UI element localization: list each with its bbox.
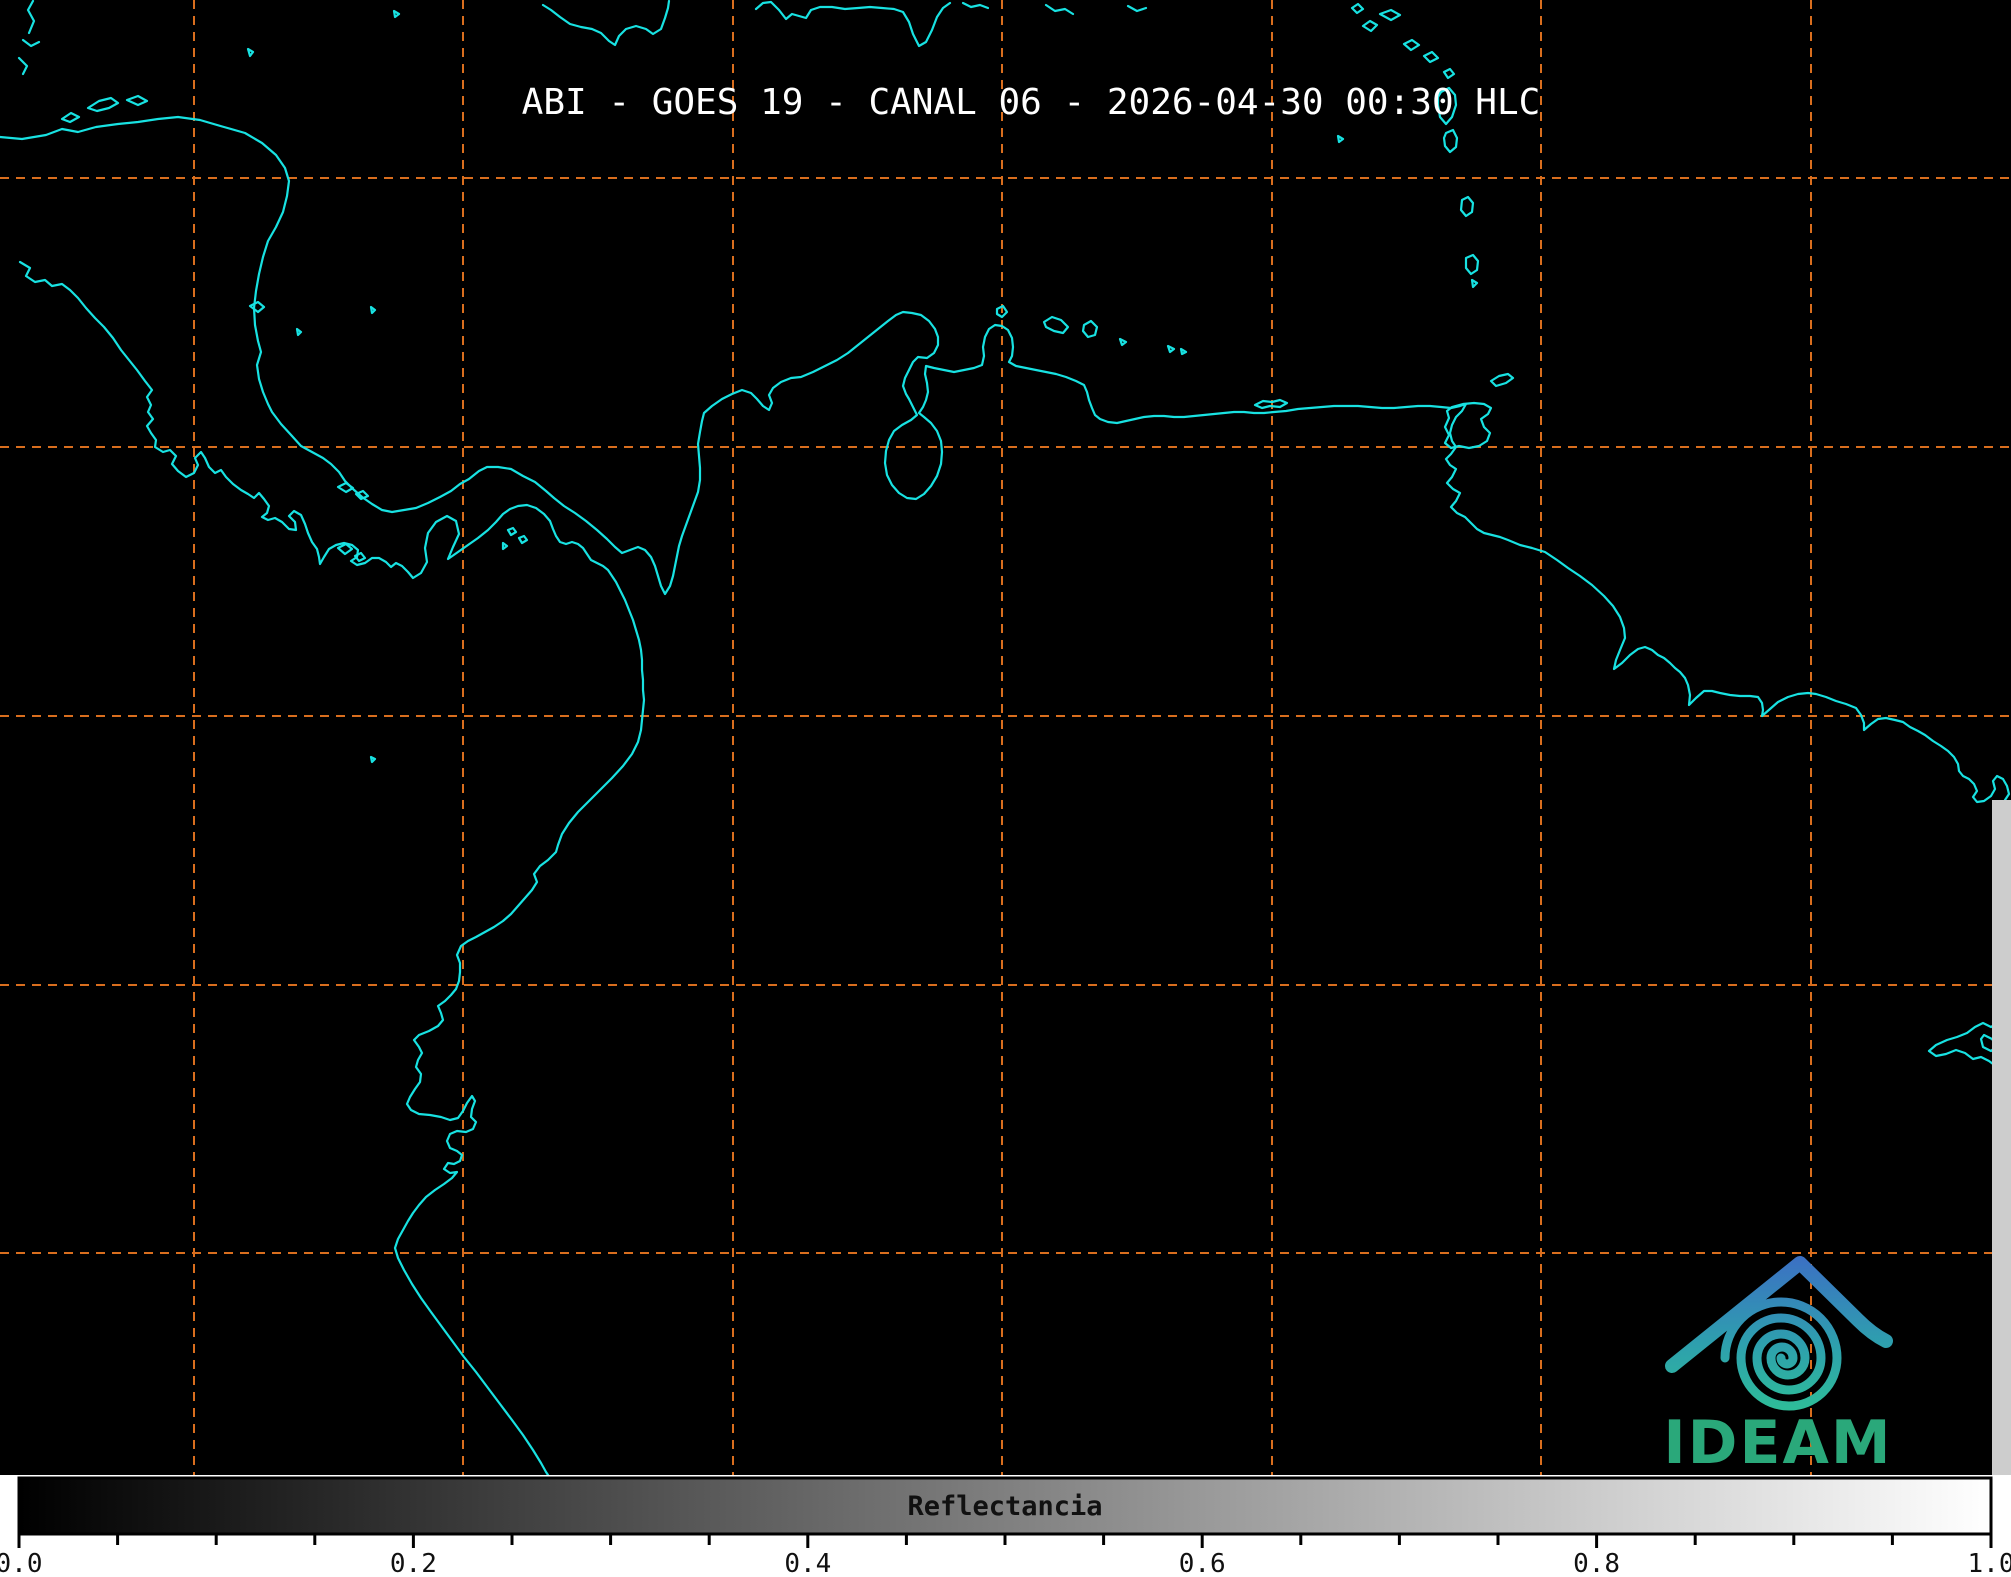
colorbar-tick-label: 0.4 xyxy=(784,1549,831,1577)
colorbar-label: Reflectancia xyxy=(907,1491,1102,1522)
colorbar-tick-label: 0.0 xyxy=(0,1549,42,1577)
colorbar-tick-label: 0.2 xyxy=(390,1549,437,1577)
scene-edge-no-data-strip xyxy=(1992,800,2011,1475)
colorbar-tick-label: 1.0 xyxy=(1968,1549,2011,1577)
colorbar: Reflectancia 0.0 0.2 0.4 0.6 0.8 1.0 xyxy=(0,1475,2011,1577)
product-title: ABI - GOES 19 - CANAL 06 - 2026-04-30 00… xyxy=(522,82,1541,123)
colorbar-tick-label: 0.6 xyxy=(1179,1549,1226,1577)
goes-satellite-product: ABI - GOES 19 - CANAL 06 - 2026-04-30 00… xyxy=(0,0,2011,1577)
map-background xyxy=(0,0,2011,1475)
ideam-logo-text: IDEAM xyxy=(1663,1408,1892,1478)
colorbar-tick-label: 0.8 xyxy=(1573,1549,1620,1577)
